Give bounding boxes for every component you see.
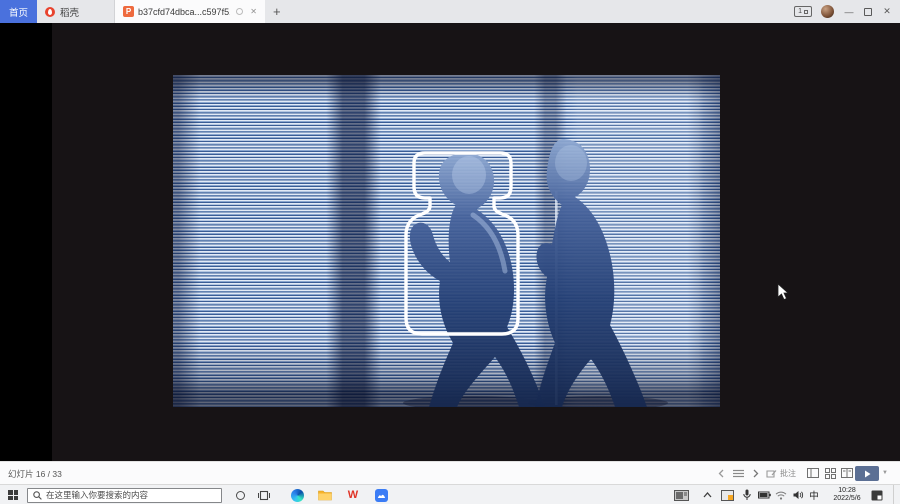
- annotate-label: 批注: [780, 468, 796, 479]
- window-count-badge[interactable]: 1: [794, 6, 812, 17]
- normal-view-icon[interactable]: [806, 466, 820, 480]
- tab-close-icon[interactable]: ✕: [250, 7, 257, 16]
- annotate-button[interactable]: 批注: [766, 468, 796, 479]
- reading-view-icon[interactable]: [840, 466, 854, 480]
- file-explorer-icon: [318, 489, 332, 501]
- wps-icon: W: [348, 489, 358, 501]
- tab-docer[interactable]: 稻壳: [37, 0, 115, 23]
- action-center-icon[interactable]: [868, 485, 886, 504]
- play-slideshow-button[interactable]: [855, 466, 879, 481]
- tray-notification-badge-icon[interactable]: [718, 485, 736, 504]
- close-button[interactable]: ✕: [881, 6, 893, 17]
- taskbar-file-explorer-button[interactable]: [312, 485, 338, 504]
- badge-square-icon: [804, 10, 808, 14]
- tab-home-label: 首页: [9, 5, 28, 19]
- start-button[interactable]: [0, 485, 26, 504]
- slideshow-stage[interactable]: [0, 23, 900, 461]
- tray-window-preview-icon[interactable]: [672, 485, 690, 504]
- user-avatar[interactable]: [821, 5, 834, 18]
- next-slide-icon[interactable]: [748, 466, 762, 480]
- clock-date: 2022/5/6: [833, 495, 860, 503]
- windows-logo-icon: [8, 490, 18, 500]
- taskbar-blue-app-button[interactable]: [368, 485, 394, 504]
- slide-photo-overlay: [173, 75, 720, 407]
- show-hidden-icons-chevron[interactable]: [698, 485, 716, 504]
- stage-left-strip: [0, 23, 52, 461]
- status-bar: 幻灯片 16 / 33 批注 ▼: [0, 461, 900, 484]
- wps-tab-bar: 首页 稻壳 P b37cfd74dbca...c597f514f932 ✕ + …: [0, 0, 900, 23]
- tab-docer-label: 稻壳: [60, 5, 79, 19]
- tab-document-title: b37cfd74dbca...c597f514f932: [138, 7, 230, 17]
- clock-time: 10:28: [838, 487, 856, 495]
- taskbar-clock[interactable]: 10:28 2022/5/6: [824, 485, 870, 504]
- tab-home[interactable]: 首页: [0, 0, 37, 23]
- taskbar-edge-button[interactable]: [284, 485, 310, 504]
- previous-slide-icon[interactable]: [714, 466, 728, 480]
- task-view-icon: [258, 490, 270, 501]
- restore-button[interactable]: [864, 8, 872, 16]
- search-input[interactable]: [46, 490, 206, 500]
- slide-list-icon[interactable]: [731, 466, 745, 480]
- presentation-file-icon: P: [123, 6, 134, 17]
- tab-document[interactable]: P b37cfd74dbca...c597f514f932 ✕: [115, 0, 265, 23]
- slide-counter: 幻灯片 16 / 33: [8, 468, 62, 480]
- speaker-icon[interactable]: [789, 485, 807, 504]
- battery-icon[interactable]: [755, 485, 773, 504]
- cortana-ring-icon: [236, 491, 245, 500]
- task-view-button[interactable]: [252, 485, 276, 504]
- blue-mountain-app-icon: [375, 489, 388, 502]
- minimize-button[interactable]: —: [843, 7, 855, 17]
- person-right-silhouette: [535, 139, 647, 407]
- show-desktop-button[interactable]: [893, 485, 900, 504]
- screen: 首页 稻壳 P b37cfd74dbca...c597f514f932 ✕ + …: [0, 0, 900, 504]
- slide-photo: [173, 75, 720, 407]
- taskbar-search[interactable]: [27, 488, 222, 503]
- cortana-button[interactable]: [228, 485, 252, 504]
- play-options-caret-icon[interactable]: ▼: [882, 470, 888, 476]
- taskbar-wps-button[interactable]: W: [340, 485, 366, 504]
- play-icon: [864, 470, 871, 478]
- slide-sorter-view-icon[interactable]: [823, 466, 837, 480]
- microphone-icon[interactable]: [738, 485, 756, 504]
- docer-flame-icon: [45, 7, 55, 17]
- new-tab-button[interactable]: +: [265, 0, 289, 23]
- windows-taskbar: W 中 10:28 2022/5/6: [0, 484, 900, 504]
- sync-status-icon: [236, 8, 243, 15]
- wifi-icon[interactable]: [772, 485, 790, 504]
- search-icon: [33, 491, 42, 500]
- ime-language-indicator[interactable]: 中: [806, 485, 822, 504]
- mouse-cursor: [777, 283, 789, 301]
- annotate-pen-icon: [766, 469, 777, 479]
- titlebar-controls: 1 — ✕: [794, 0, 900, 23]
- edge-browser-icon: [291, 489, 304, 502]
